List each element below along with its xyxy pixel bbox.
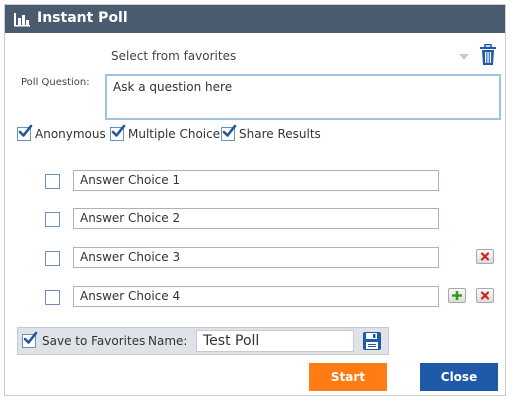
poll-name-input[interactable]: Test Poll xyxy=(196,330,354,352)
save-to-favorites-bar: Save to Favorites Name: Test Poll xyxy=(17,327,389,355)
close-button[interactable]: Close xyxy=(420,363,498,391)
bar-chart-icon xyxy=(14,13,30,27)
answer-row: Answer Choice 4 xyxy=(5,286,507,308)
checkmark-icon xyxy=(23,331,38,344)
answer-checkbox[interactable] xyxy=(45,290,60,305)
checkmark-icon xyxy=(18,124,33,137)
remove-answer-button[interactable] xyxy=(476,288,494,303)
anonymous-label: Anonymous xyxy=(35,127,106,141)
answer-input[interactable]: Answer Choice 1 xyxy=(73,170,439,191)
answer-input[interactable]: Answer Choice 2 xyxy=(73,208,439,229)
name-label: Name: xyxy=(148,334,188,348)
poll-question-input[interactable]: Ask a question here xyxy=(105,74,501,120)
checkmark-icon xyxy=(222,124,237,137)
window-title: Instant Poll xyxy=(37,10,128,26)
answer-input[interactable]: Answer Choice 3 xyxy=(73,247,439,268)
anonymous-checkbox[interactable] xyxy=(17,124,33,141)
save-to-favorites-checkbox[interactable] xyxy=(22,331,38,348)
poll-question-label: Poll Question: xyxy=(21,77,90,88)
title-bar[interactable]: Instant Poll xyxy=(5,5,505,33)
favorites-select[interactable]: Select from favorites xyxy=(111,45,473,67)
multiple-choice-label: Multiple Choice xyxy=(128,127,221,141)
trash-icon[interactable] xyxy=(479,44,497,66)
add-answer-button[interactable] xyxy=(448,288,466,303)
start-button[interactable]: Start xyxy=(309,363,387,391)
answer-row: Answer Choice 1 xyxy=(5,170,507,192)
close-icon xyxy=(480,291,490,300)
checkmark-icon xyxy=(111,124,126,137)
answer-checkbox[interactable] xyxy=(45,174,60,189)
answer-input[interactable]: Answer Choice 4 xyxy=(73,286,439,307)
answer-checkbox[interactable] xyxy=(45,251,60,266)
multiple-choice-checkbox[interactable] xyxy=(110,124,126,141)
close-icon xyxy=(480,252,490,261)
share-results-label: Share Results xyxy=(239,127,321,141)
save-icon[interactable] xyxy=(362,331,382,351)
save-to-favorites-label: Save to Favorites xyxy=(42,334,146,348)
share-results-checkbox[interactable] xyxy=(221,124,237,141)
instant-poll-dialog: Instant Poll Select from favorites Poll … xyxy=(4,4,506,396)
answer-checkbox[interactable] xyxy=(45,212,60,227)
answer-row: Answer Choice 3 xyxy=(5,247,507,269)
chevron-down-icon xyxy=(459,54,469,60)
answer-row: Answer Choice 2 xyxy=(5,208,507,230)
remove-answer-button[interactable] xyxy=(476,249,494,264)
favorites-select-text: Select from favorites xyxy=(111,49,237,63)
plus-icon xyxy=(452,291,462,300)
